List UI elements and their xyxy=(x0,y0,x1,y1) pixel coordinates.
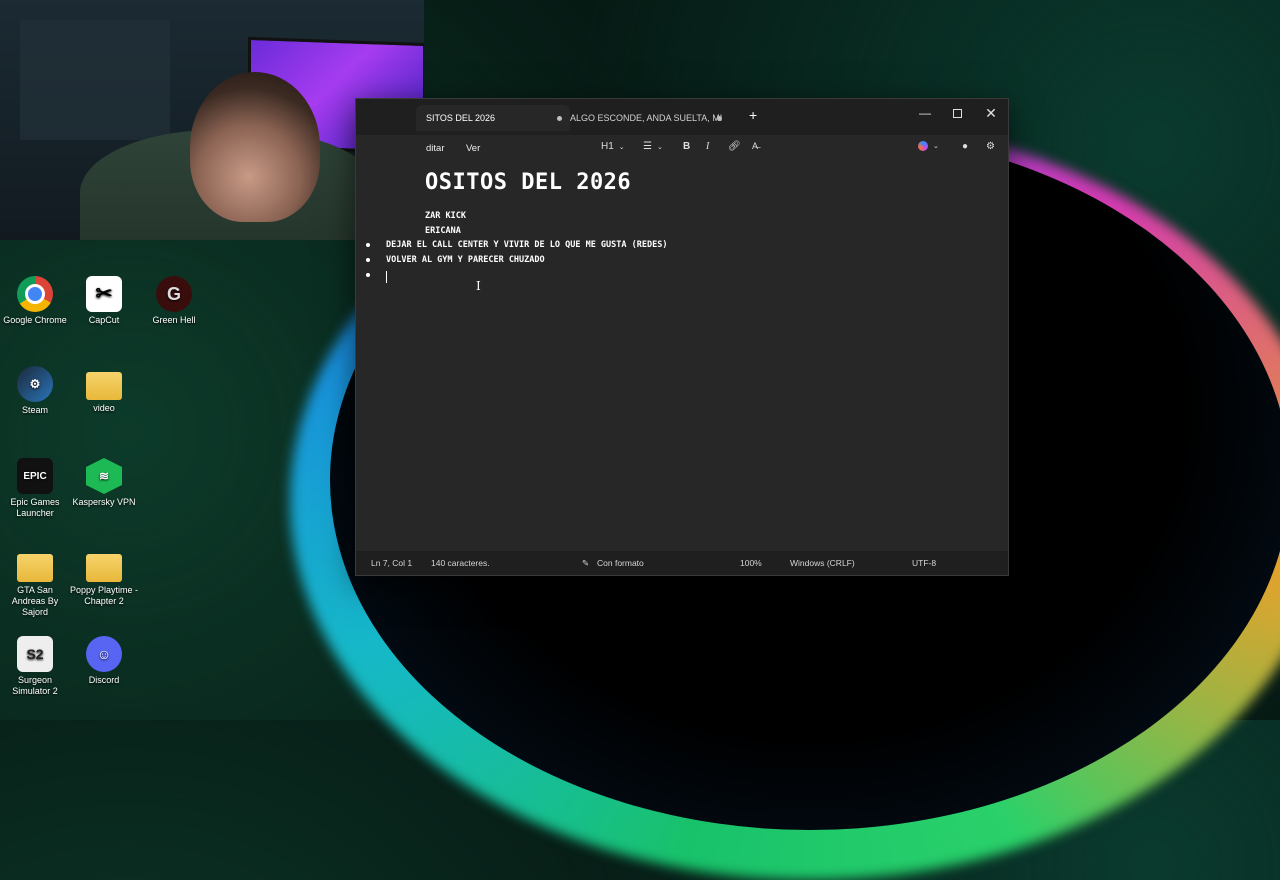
tab-label: ALGO ESCONDE, ANDA SUELTA, MI xyxy=(570,113,723,123)
heading-dropdown[interactable]: H1 ⌄ xyxy=(601,141,625,152)
minimize-button[interactable]: — xyxy=(910,103,940,123)
desktop-icon-steam[interactable]: ⚙ Steam xyxy=(0,366,70,416)
status-bar: Ln 7, Col 1 140 caracteres. ✎ Con format… xyxy=(356,551,1008,575)
chevron-down-icon: ⌄ xyxy=(656,143,663,151)
desktop-icon-surgeon-simulator[interactable]: S2 Surgeon Simulator 2 xyxy=(0,636,70,697)
clear-format-icon: A̶ xyxy=(752,141,759,151)
notepad-window: SITOS DEL 2026 ALGO ESCONDE, ANDA SUELTA… xyxy=(355,98,1009,576)
bullet-icon xyxy=(366,258,370,262)
menu-edit[interactable]: ditar xyxy=(426,143,444,154)
tab-bar: SITOS DEL 2026 ALGO ESCONDE, ANDA SUELTA… xyxy=(356,99,1008,135)
document-line: ZAR KICK xyxy=(425,211,466,221)
copilot-dropdown[interactable]: ⌄ xyxy=(918,141,939,151)
chevron-down-icon: ⌄ xyxy=(618,143,625,151)
italic-icon: I xyxy=(706,141,710,152)
desktop-icon-kaspersky-vpn[interactable]: ≋ Kaspersky VPN xyxy=(69,458,139,508)
gear-icon: ⚙ xyxy=(986,141,995,152)
desktop-icon-epic-games[interactable]: EPIC Epic Games Launcher xyxy=(0,458,70,519)
format-icon: ✎ xyxy=(582,558,590,568)
green-hell-icon: G xyxy=(156,276,192,312)
status-zoom[interactable]: 100% xyxy=(740,558,762,568)
copilot-icon xyxy=(918,141,928,151)
status-format[interactable]: Con formato xyxy=(597,558,644,568)
capcut-icon: ✂ xyxy=(86,276,122,312)
bold-button[interactable]: B xyxy=(683,141,690,152)
epic-games-icon: EPIC xyxy=(17,458,53,494)
desktop-icon-label: Epic Games Launcher xyxy=(10,497,60,518)
desktop-icon-gta-san-andreas[interactable]: GTA San Andreas By Sajord xyxy=(0,548,70,618)
desktop-icon-label: video xyxy=(93,403,115,413)
desktop-icon-label: Kaspersky VPN xyxy=(72,497,136,507)
text-cursor xyxy=(386,271,387,283)
menu-view[interactable]: Ver xyxy=(466,143,480,154)
list-dropdown[interactable]: ☰ ⌄ xyxy=(643,141,663,152)
maximize-icon xyxy=(952,108,962,118)
folder-icon xyxy=(86,554,122,582)
link-icon: 🔗︎ xyxy=(728,141,741,152)
toolbar: ditar Ver H1 ⌄ ☰ ⌄ B I 🔗︎ A̶ ⌄ ● ⚙ xyxy=(356,135,1008,165)
unsaved-dot-icon xyxy=(717,116,722,121)
account-icon: ● xyxy=(962,141,969,152)
clear-format-button[interactable]: A̶ xyxy=(752,141,758,151)
settings-button[interactable]: ⚙ xyxy=(986,141,995,152)
desktop-icon-label: Surgeon Simulator 2 xyxy=(12,675,58,696)
tab-document-active[interactable]: SITOS DEL 2026 xyxy=(416,105,570,131)
folder-icon xyxy=(86,372,122,400)
webcam-background-shelf xyxy=(20,20,170,140)
unsaved-dot-icon xyxy=(557,116,562,121)
document-heading: OSITOS DEL 2026 xyxy=(425,170,632,195)
desktop-icon-label: Discord xyxy=(88,675,120,685)
ibeam-cursor-icon: I xyxy=(476,279,481,293)
italic-button[interactable]: I xyxy=(706,141,709,152)
desktop-icon-poppy-playtime[interactable]: Poppy Playtime - Chapter 2 xyxy=(69,548,139,607)
steam-icon: ⚙ xyxy=(17,366,53,402)
tab-label: SITOS DEL 2026 xyxy=(426,113,496,123)
desktop-icon-green-hell[interactable]: G Green Hell xyxy=(139,276,209,326)
desktop-icon-label: Steam xyxy=(21,405,48,415)
account-button[interactable]: ● xyxy=(962,141,968,152)
discord-icon: ☺ xyxy=(86,636,122,672)
desktop-icon-label: Green Hell xyxy=(152,315,196,325)
editor-area[interactable]: OSITOS DEL 2026 ZAR KICK ERICANA DEJAR E… xyxy=(356,165,1008,549)
document-line: VOLVER AL GYM Y PARECER CHUZADO xyxy=(386,255,545,265)
webcam-person-head xyxy=(190,72,320,222)
desktop-icon-video-folder[interactable]: video xyxy=(69,366,139,414)
desktop-icon-chrome[interactable]: Google Chrome xyxy=(0,276,70,326)
maximize-button[interactable] xyxy=(942,103,972,123)
status-encoding[interactable]: UTF-8 xyxy=(912,558,936,568)
document-line: ERICANA xyxy=(425,226,461,236)
new-tab-button[interactable]: + xyxy=(749,108,757,122)
desktop-icon-label: Poppy Playtime - Chapter 2 xyxy=(69,585,139,606)
link-button[interactable]: 🔗︎ xyxy=(728,141,741,152)
chevron-down-icon: ⌄ xyxy=(933,143,939,150)
desktop-icon-discord[interactable]: ☺ Discord xyxy=(69,636,139,686)
desktop-icon-label: Google Chrome xyxy=(3,315,67,325)
status-line-ending[interactable]: Windows (CRLF) xyxy=(790,558,855,568)
document-line: DEJAR EL CALL CENTER Y VIVIR DE LO QUE M… xyxy=(386,240,668,250)
desktop-icon-capcut[interactable]: ✂ CapCut xyxy=(69,276,139,326)
kaspersky-vpn-icon: ≋ xyxy=(86,458,122,494)
bold-icon: B xyxy=(683,141,691,152)
status-position: Ln 7, Col 1 xyxy=(371,558,413,568)
tab-document-2[interactable]: ALGO ESCONDE, ANDA SUELTA, MI xyxy=(566,105,730,131)
folder-icon xyxy=(17,554,53,582)
desktop-icon-label: GTA San Andreas By Sajord xyxy=(11,585,59,617)
bullet-icon xyxy=(366,243,370,247)
desktop-icon-label: CapCut xyxy=(88,315,120,325)
chrome-icon xyxy=(17,276,53,312)
surgeon-simulator-icon: S2 xyxy=(17,636,53,672)
status-char-count: 140 caracteres. xyxy=(431,558,490,568)
list-icon: ☰ xyxy=(643,141,652,152)
bullet-icon xyxy=(366,273,370,277)
heading-label: H1 xyxy=(601,141,614,152)
close-button[interactable]: ✕ xyxy=(976,103,1006,123)
